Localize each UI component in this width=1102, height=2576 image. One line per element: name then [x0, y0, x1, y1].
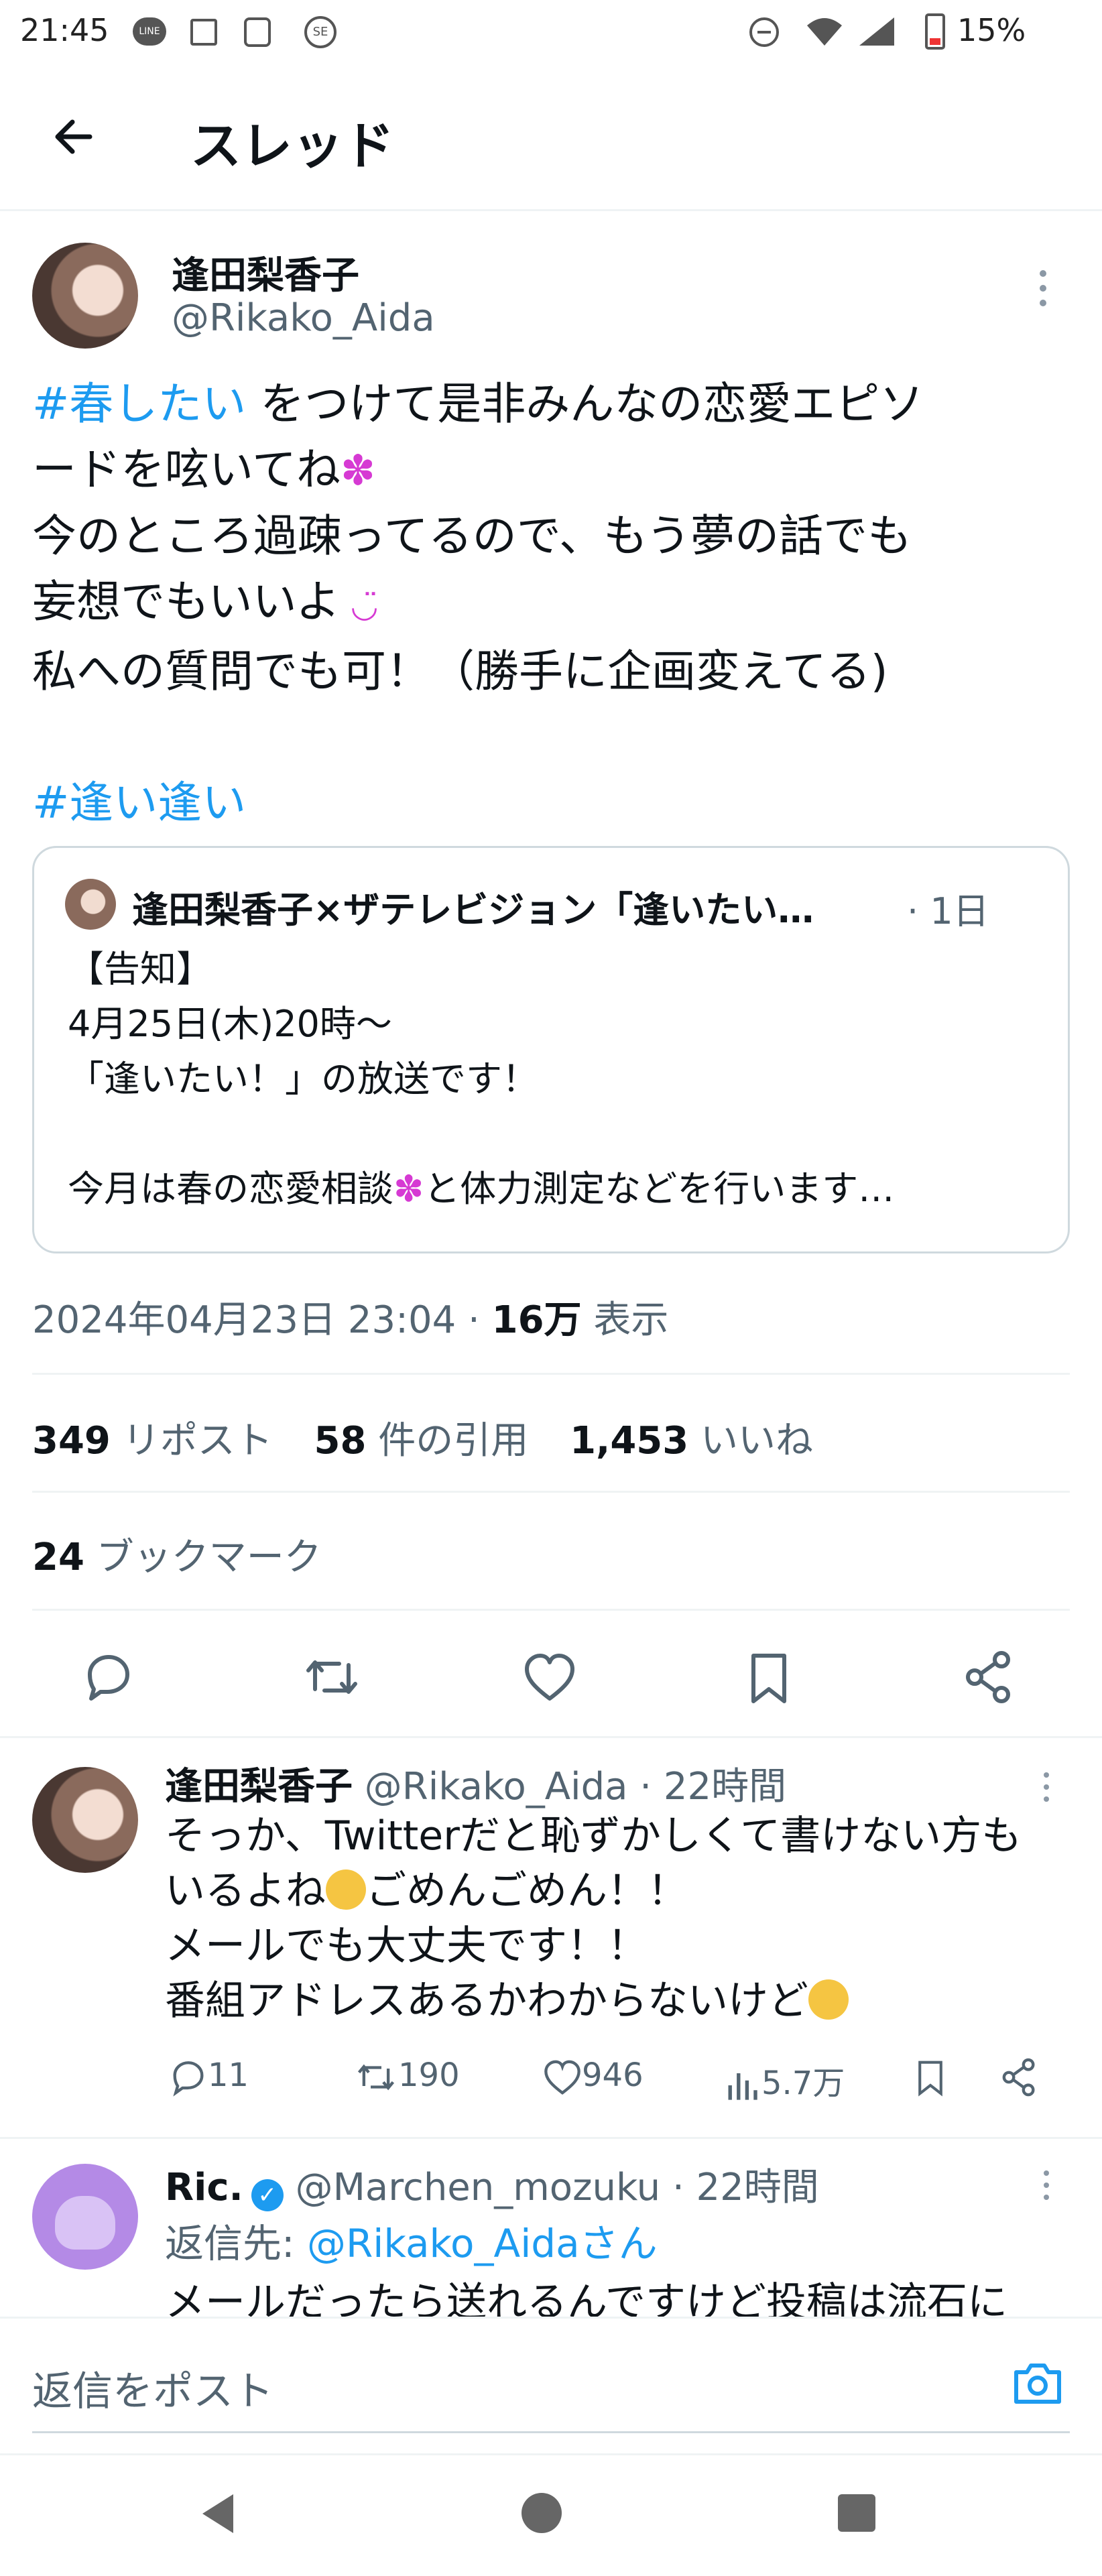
divider	[32, 1373, 1070, 1375]
tweet-text: をつけて是非みんなの恋愛エピソ	[246, 378, 924, 430]
like-icon[interactable]	[523, 1652, 576, 1703]
reply-to-line: 返信先: @Rikako_Aidaさん	[165, 2221, 658, 2266]
quote-text: 「逢いたい！」の放送です！	[68, 1058, 538, 1100]
reply-text: そっか、Twitterだと恥ずかしくて書けない方も	[165, 1813, 1022, 1859]
quote-text: 今月は春の恋愛相談	[68, 1168, 393, 1210]
reply-like-button[interactable]: 946	[543, 2057, 644, 2096]
reply-text: メールでも大丈夫です！！	[165, 1922, 648, 1969]
reply-count: 11	[208, 2057, 249, 2094]
header-divider	[0, 209, 1102, 211]
views-count: 16万	[491, 1298, 582, 1342]
quote-body: 【告知】 4月25日(木)20時〜 「逢いたい！」の放送です！ 今月は春の恋愛相…	[68, 942, 894, 1217]
tweet-timestamp: 2024年04月23日 23:04 · 16万 表示	[32, 1298, 669, 1342]
reply-text: ごめんごめん！！	[366, 1867, 688, 1914]
share-icon[interactable]	[963, 1650, 1016, 1704]
verified-badge-icon: ✓	[251, 2179, 284, 2211]
se-app-icon: SE	[304, 16, 336, 48]
tear-smile-emoji-icon	[808, 1979, 849, 2020]
nav-recents-icon[interactable]	[838, 2494, 875, 2532]
flower-emoji-icon: ✽	[341, 446, 375, 495]
reply-avatar[interactable]	[32, 1767, 138, 1873]
reply-meta: @Rikako_Aida · 22時間	[353, 1765, 787, 1808]
tweet-text: ードを呟いてね	[32, 444, 341, 495]
reply-author-name[interactable]: 逢田梨香子	[165, 1765, 353, 1808]
reply-header: Ric. ✓ @Marchen_mozuku · 22時間	[165, 2157, 819, 2211]
author-avatar[interactable]	[32, 243, 138, 349]
tweet-text: 妄想でもいいよ	[32, 576, 341, 627]
likes-stat[interactable]: 1,453 いいね	[570, 1419, 813, 1463]
reply-avatar[interactable]	[32, 2164, 138, 2270]
hashtag-link[interactable]: #逢い逢い	[32, 777, 246, 829]
camera-icon[interactable]	[1011, 2359, 1064, 2410]
reply-icon[interactable]	[82, 1650, 135, 1704]
reply-composer: 返信をポスト	[0, 2317, 1102, 2454]
more-options-icon[interactable]	[1039, 268, 1047, 308]
status-time: 21:45	[20, 12, 109, 48]
divider	[0, 1736, 1102, 1738]
like-count: 946	[582, 2057, 644, 2094]
reply-text: 番組アドレスあるかわからないけど	[165, 1977, 808, 2024]
reply-author-name[interactable]: Ric.	[165, 2166, 243, 2209]
repost-icon[interactable]	[302, 1650, 362, 1704]
quote-text: と体力測定などを行います…	[424, 1168, 895, 1210]
divider	[0, 2137, 1102, 2139]
more-options-icon[interactable]	[1043, 1771, 1050, 1806]
line-app-icon: LINE	[133, 17, 166, 46]
battery-icon	[925, 13, 945, 50]
signal-icon	[857, 15, 897, 51]
reply-to-handle[interactable]: @Rikako_Aidaさん	[307, 2221, 658, 2266]
quote-author: 逢田梨香子×ザテレビジョン「逢いたい…	[132, 889, 814, 931]
reply-action-bar: 11 190 946 5.7万	[165, 2054, 1077, 2107]
engagement-stats: 349 リポスト 58 件の引用 1,453 いいね	[32, 1410, 813, 1465]
hashtag-link[interactable]: #春したい	[32, 378, 246, 430]
tweet-text: 私への質問でも可！（勝手に企画変えてる)	[32, 646, 888, 697]
header: スレッド	[0, 67, 1102, 209]
reply-share-button[interactable]	[1000, 2058, 1039, 2105]
author-handle[interactable]: @Rikako_Aida	[172, 296, 435, 340]
reply-meta: @Marchen_mozuku · 22時間	[283, 2166, 819, 2209]
author-name[interactable]: 逢田梨香子	[172, 245, 359, 300]
tweet-body: #春したい をつけて是非みんなの恋愛エピソ ードを呟いてね✽ 今のところ過疎って…	[32, 371, 1078, 836]
more-options-icon[interactable]	[1043, 2169, 1050, 2204]
reply-reply-button[interactable]: 11	[169, 2057, 249, 2097]
dnd-icon	[749, 17, 779, 47]
reply-text: いるよね	[165, 1867, 326, 1914]
quote-text: 4月25日(木)20時〜	[68, 1003, 392, 1045]
wifi-icon	[804, 15, 845, 51]
bookmarks-stat[interactable]: 24 ブックマーク	[32, 1527, 322, 1581]
flower-emoji-icon: ✽	[393, 1168, 424, 1210]
divider	[32, 1609, 1070, 1611]
nav-home-icon[interactable]	[522, 2493, 562, 2533]
views-count: 5.7万	[761, 2065, 845, 2102]
tweet-text: 今のところ過疎ってるので、もう夢の話でも	[32, 510, 912, 562]
system-nav-bar	[0, 2453, 1102, 2576]
smile-emoji-icon	[326, 1869, 366, 1910]
reply-bookmark-button[interactable]	[914, 2058, 946, 2106]
news-icon	[190, 19, 217, 46]
quote-avatar	[65, 879, 116, 930]
nav-back-icon[interactable]	[198, 2492, 239, 2538]
reply-body: そっか、Twitterだと恥ずかしくて書けない方も いるよね ごめんごめん！！ メ…	[165, 1808, 1022, 2028]
status-bar: 21:45 LINE SE 15%	[0, 0, 1102, 67]
quote-card[interactable]: 逢田梨香子×ザテレビジョン「逢いたい… · 1日 【告知】 4月25日(木)20…	[32, 846, 1070, 1253]
quotes-stat[interactable]: 58 件の引用	[314, 1419, 529, 1463]
reply-input[interactable]: 返信をポスト	[32, 2359, 273, 2417]
quote-time: · 1日	[907, 890, 989, 932]
composer-underline	[32, 2431, 1070, 2433]
bookmark-icon[interactable]	[745, 1650, 792, 1707]
reply-header: 逢田梨香子 @Rikako_Aida · 22時間	[165, 1756, 786, 1811]
reply-repost-button[interactable]: 190	[354, 2057, 460, 2097]
quote-text: 【告知】	[68, 948, 212, 990]
train-icon	[244, 17, 271, 47]
repost-count: 190	[398, 2057, 460, 2094]
reply-views-button[interactable]: 5.7万	[725, 2057, 845, 2104]
divider	[32, 1491, 1070, 1493]
battery-percent: 15%	[957, 12, 1026, 48]
tweet-action-bar	[0, 1636, 1102, 1716]
reposts-stat[interactable]: 349 リポスト	[32, 1419, 273, 1463]
smile-emoji-icon: ◡̈	[340, 587, 379, 625]
back-arrow-icon[interactable]	[47, 110, 101, 164]
page-title: スレッド	[190, 116, 394, 176]
